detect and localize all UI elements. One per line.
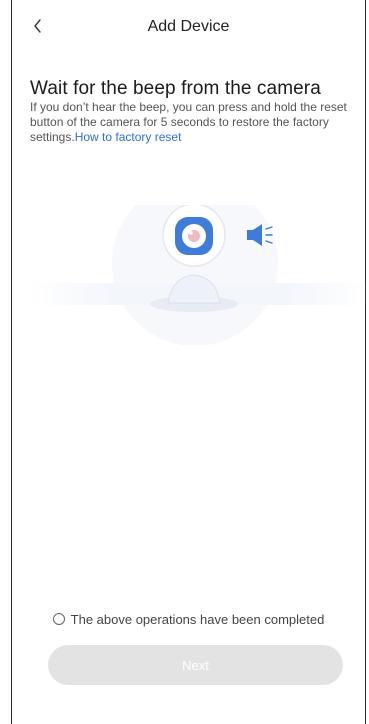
factory-reset-link[interactable]: How to factory reset [75,130,182,144]
camera-beep-illustration [30,205,369,345]
page-title: Add Device [147,18,230,35]
instruction-description: If you don’t hear the beep, you can pres… [30,100,351,145]
completion-radio[interactable] [52,613,65,625]
completion-confirmation[interactable]: The above operations have been completed [12,610,365,628]
app-header: Add Device [12,12,365,44]
completion-label: The above operations have been completed [70,611,325,627]
instruction-heading: Wait for the beep from the camera [30,78,321,99]
next-button[interactable]: Next [48,645,343,685]
phone-screen: Add Device Wait for the beep from the ca… [11,0,369,724]
